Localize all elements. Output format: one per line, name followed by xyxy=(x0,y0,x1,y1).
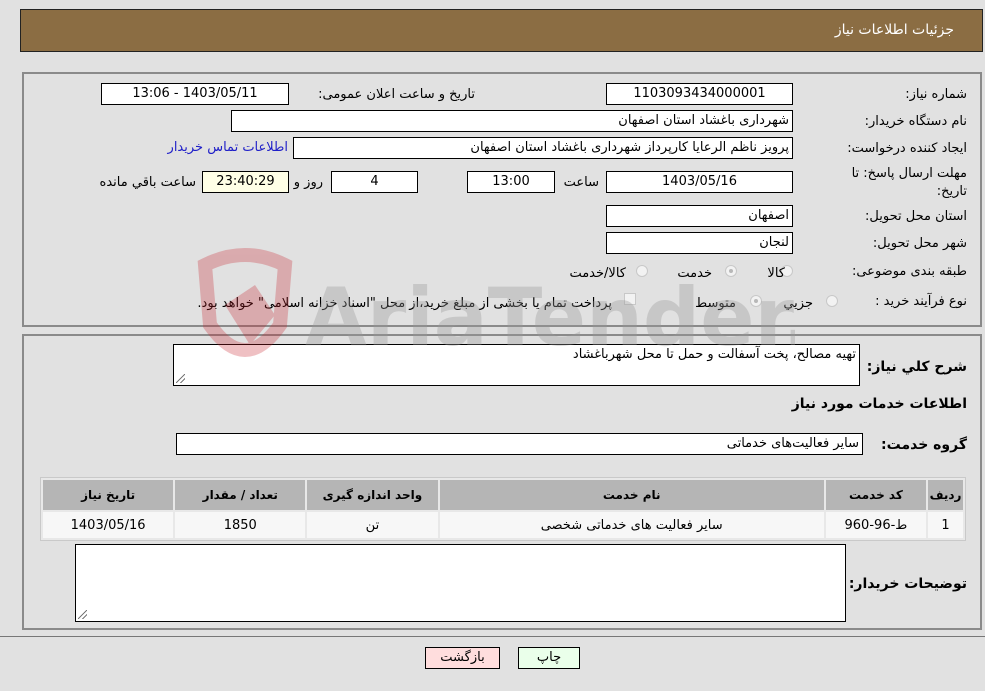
buyer-org-label: نام دستگاه خریدار: xyxy=(864,114,967,129)
service-group-field[interactable]: سایر فعالیت‌های خدماتی xyxy=(176,433,863,455)
col-unit: واحد اندازه گیری xyxy=(307,480,438,510)
buyer-contact-link[interactable]: اطلاعات تماس خریدار xyxy=(168,140,288,155)
buyer-org-field[interactable]: شهرداری باغشاد استان اصفهان xyxy=(231,110,793,132)
col-row-number: ردیف xyxy=(928,480,963,510)
description-textarea[interactable]: تهیه مصالح، پخت آسفالت و حمل تا محل شهرب… xyxy=(173,344,860,386)
announce-datetime-label: تاریخ و ساعت اعلان عمومی: xyxy=(318,87,475,102)
purchase-radio-medium[interactable] xyxy=(750,295,762,307)
deadline-time-field[interactable]: 13:00 xyxy=(467,171,555,193)
cell-row-number: 1 xyxy=(928,512,963,538)
resize-grip-icon[interactable] xyxy=(78,610,87,619)
page-header: جزئیات اطلاعات نیاز xyxy=(20,9,983,52)
delivery-province-label: استان محل تحویل: xyxy=(865,209,967,224)
days-label: روز و xyxy=(293,175,323,190)
page-title: جزئیات اطلاعات نیاز xyxy=(834,22,954,38)
footer-divider xyxy=(0,636,985,637)
services-heading: اطلاعات خدمات مورد نیاز xyxy=(791,396,967,412)
delivery-city-field[interactable]: لنجان xyxy=(606,232,793,254)
need-number-field[interactable]: 1103093434000001 xyxy=(606,83,793,105)
col-need-date: تاریخ نیاز xyxy=(43,480,174,510)
category-option-service: خدمت xyxy=(677,266,712,281)
back-button[interactable]: بازگشت xyxy=(425,647,500,669)
buyer-notes-label: توضیحات خریدار: xyxy=(848,576,967,592)
deadline-date-field[interactable]: 1403/05/16 xyxy=(606,171,793,193)
requester-field[interactable]: پرویز ناظم الرعایا کارپرداز شهرداری باغش… xyxy=(293,137,793,159)
purchase-type-label: نوع فرآیند خرید : xyxy=(875,294,967,309)
delivery-city-label: شهر محل تحویل: xyxy=(872,236,967,251)
deadline-time-label: ساعت xyxy=(563,175,599,190)
resize-grip-icon[interactable] xyxy=(176,374,185,383)
cell-unit: تن xyxy=(307,512,438,538)
col-service-name: نام خدمت xyxy=(439,480,824,510)
deadline-label: مهلت ارسال پاسخ: تا تاریخ: xyxy=(851,166,967,199)
service-group-label: گروه خدمت: xyxy=(881,437,967,453)
time-remaining-field: 23:40:29 xyxy=(202,171,289,193)
description-label: شرح کلي نیاز: xyxy=(866,359,967,375)
cell-need-date: 1403/05/16 xyxy=(43,512,174,538)
announce-datetime-field[interactable]: 1403/05/11 - 13:06 xyxy=(101,83,289,105)
need-number-label: شماره نیاز: xyxy=(905,87,967,102)
cell-quantity: 1850 xyxy=(175,512,306,538)
delivery-province-field[interactable]: اصفهان xyxy=(606,205,793,227)
col-service-code: کد خدمت xyxy=(825,480,927,510)
days-remaining-field[interactable]: 4 xyxy=(331,171,418,193)
category-option-goods: کالا xyxy=(767,266,785,281)
purchase-option-minor: جزیي xyxy=(783,296,813,311)
services-table: ردیف کد خدمت نام خدمت واحد اندازه گیری ت… xyxy=(40,477,966,541)
description-text: تهیه مصالح، پخت آسفالت و حمل تا محل شهرب… xyxy=(572,347,856,362)
treasury-checkbox[interactable] xyxy=(624,293,636,305)
purchase-radio-minor[interactable] xyxy=(826,295,838,307)
treasury-note: پرداخت تمام یا بخشی از مبلغ خرید،از محل … xyxy=(197,296,612,311)
buyer-notes-textarea[interactable] xyxy=(75,544,846,622)
col-quantity: تعداد / مقدار xyxy=(175,480,306,510)
category-label: طبقه بندی موضوعی: xyxy=(851,264,967,279)
cell-service-code: ط-96-960 xyxy=(825,512,927,538)
requester-label: ایجاد کننده درخواست: xyxy=(847,141,967,156)
table-header-row: ردیف کد خدمت نام خدمت واحد اندازه گیری ت… xyxy=(43,480,963,510)
category-option-goods-service: کالا/خدمت xyxy=(569,266,626,281)
cell-service-name: سایر فعالیت های خدماتی شخصی xyxy=(439,512,824,538)
table-row: 1 ط-96-960 سایر فعالیت های خدماتی شخصی ت… xyxy=(43,512,963,538)
time-remaining-label: ساعت باقي مانده xyxy=(99,175,196,190)
purchase-option-medium: متوسط xyxy=(695,296,736,311)
category-radio-service[interactable] xyxy=(725,265,737,277)
category-radio-goods-service[interactable] xyxy=(636,265,648,277)
print-button[interactable]: چاپ xyxy=(518,647,580,669)
